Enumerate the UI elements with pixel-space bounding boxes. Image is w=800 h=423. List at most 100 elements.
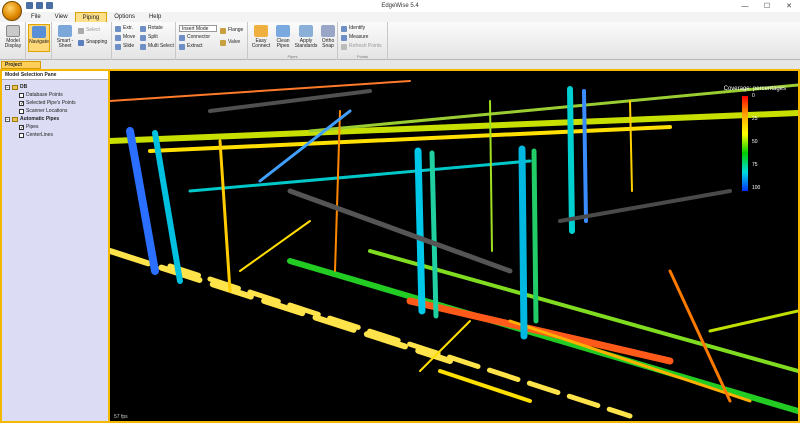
tree-node-db[interactable]: − DB <box>5 84 27 91</box>
pipe-segment <box>582 89 588 223</box>
pipe-segment <box>208 89 372 113</box>
move-button[interactable]: Move <box>115 34 135 41</box>
pipe-scene <box>110 80 798 419</box>
checkbox-centerlines[interactable] <box>19 133 24 138</box>
pipe-segment <box>334 110 341 272</box>
checkbox-database-points[interactable] <box>19 93 24 98</box>
extract-icon <box>179 43 185 50</box>
valve-button[interactable]: Valve <box>220 39 240 46</box>
model-selection-pane: Model Selection Pane − DB Database Point… <box>2 71 108 421</box>
ribbon: Model Display Navigate Smart - Sheet Sel… <box>0 22 800 60</box>
tree-item-scanner-locations[interactable]: Scanner Locations <box>19 108 67 115</box>
extract-button[interactable]: Extract <box>179 43 203 50</box>
tab-project[interactable]: Project <box>1 61 41 69</box>
smart-sheet-button[interactable]: Smart - Sheet <box>54 24 76 52</box>
pipe-segment <box>414 147 426 315</box>
close-button[interactable]: ✕ <box>778 0 800 12</box>
tree-item-centerlines[interactable]: CenterLines <box>19 132 53 139</box>
minimize-button[interactable]: — <box>734 0 756 12</box>
legend-tick-0: 0 <box>752 93 755 99</box>
rotate-button[interactable]: Rotate <box>140 25 163 32</box>
measure-icon <box>341 34 347 41</box>
split-button[interactable]: Split <box>140 34 158 41</box>
pipe-segment <box>218 139 232 293</box>
insert-mode-select[interactable]: Insert Mode <box>179 25 217 32</box>
snapping-button[interactable]: Snapping <box>78 39 107 46</box>
window-controls: — ☐ ✕ <box>734 0 800 12</box>
easy-connect-button[interactable]: Easy Connect <box>250 24 272 52</box>
smart-sheet-icon <box>58 25 72 37</box>
pipe-segment <box>152 130 183 284</box>
pipe-segment <box>708 309 798 333</box>
flange-button[interactable]: Flange <box>220 27 243 34</box>
extr-button[interactable]: Extr. <box>115 25 133 32</box>
pipe-segment <box>188 159 532 193</box>
legend-tick-25: 25 <box>752 116 758 122</box>
navigate-button[interactable]: Navigate <box>28 24 50 52</box>
model-display-icon <box>6 25 20 37</box>
select-icon <box>78 27 84 34</box>
tab-piping[interactable]: Piping <box>74 12 108 22</box>
tree-item-selected-pipes-points[interactable]: ✓ Selected Pipe's Points <box>19 100 76 107</box>
slide-button[interactable]: Slide <box>115 43 134 50</box>
pipe-segment <box>518 145 528 340</box>
measure-button[interactable]: Measure <box>341 34 368 41</box>
tab-options[interactable]: Options <box>107 12 142 22</box>
ribbon-tab-bar: File View Piping Options Help <box>0 12 800 22</box>
folder-icon <box>12 117 18 122</box>
tab-file[interactable]: File <box>24 12 48 22</box>
tree-node-automatic-pipes[interactable]: − Automatic Pipes <box>5 116 59 123</box>
multi-select-button[interactable]: Multi Select <box>140 43 174 50</box>
model-display-button[interactable]: Model Display <box>2 24 24 52</box>
group-selection: Smart - Sheet Select Snapping <box>52 22 112 60</box>
navigate-icon <box>32 26 46 38</box>
window-title: EdgeWise 5.4 <box>381 3 419 9</box>
identify-icon <box>341 25 347 32</box>
tree-item-pipes[interactable]: ✓ Pipes <box>19 124 39 131</box>
legend-title: Coverage: percentages <box>723 86 786 92</box>
pipe-segment <box>567 86 575 234</box>
fps-counter: 57 fps <box>114 414 128 420</box>
refresh-points-icon <box>341 43 347 50</box>
easy-connect-icon <box>254 25 268 37</box>
group-insert: Insert Mode Connector Extract Flange Val… <box>176 22 248 60</box>
pane-title: Model Selection Pane <box>2 71 108 80</box>
refresh-points-button[interactable]: Refresh Points <box>341 43 382 50</box>
title-bar: EdgeWise 5.4 — ☐ ✕ <box>0 0 800 12</box>
document-tab-strip: Project <box>0 60 800 69</box>
extr-icon <box>115 25 121 32</box>
collapse-icon[interactable]: − <box>5 117 10 122</box>
legend-tick-50: 50 <box>752 139 758 145</box>
ortho-snap-button[interactable]: Ortho Snap <box>318 24 338 52</box>
move-icon <box>115 34 121 41</box>
valve-icon <box>220 39 226 46</box>
legend-tick-75: 75 <box>752 162 758 168</box>
apply-standards-button[interactable]: Apply Standards <box>294 24 318 52</box>
slide-icon <box>115 43 121 50</box>
checkbox-scanner-locations[interactable] <box>19 109 24 114</box>
connector-icon <box>179 34 185 41</box>
checkbox-pipes[interactable]: ✓ <box>19 125 24 131</box>
group-edit: Extr. Move Slide Rotate Split Multi Sele… <box>112 22 176 60</box>
ortho-snap-icon <box>321 25 335 37</box>
pipe-segment <box>629 100 633 192</box>
pipe-segment <box>429 150 439 319</box>
3d-viewport[interactable]: Coverage: percentages 0 25 50 75 100 57 … <box>110 71 798 421</box>
legend-tick-100: 100 <box>752 185 761 191</box>
collapse-icon[interactable]: − <box>5 85 10 90</box>
identify-button[interactable]: Identify <box>341 25 365 32</box>
clean-pipes-button[interactable]: Clean Pipes <box>272 24 294 52</box>
application-menu-button[interactable] <box>2 1 22 21</box>
select-button[interactable]: Select <box>78 27 100 34</box>
maximize-button[interactable]: ☐ <box>756 0 778 12</box>
group-pipes: Easy Connect Clean Pipes Apply Standards… <box>248 22 338 60</box>
tree-item-database-points[interactable]: Database Points <box>19 92 63 99</box>
pipe-segment <box>110 248 453 364</box>
flange-icon <box>220 27 226 34</box>
tab-view[interactable]: View <box>48 12 75 22</box>
checkbox-selected-pipes-points[interactable]: ✓ <box>19 101 24 107</box>
apply-standards-icon <box>299 25 313 37</box>
clean-pipes-icon <box>276 25 290 37</box>
tab-help[interactable]: Help <box>142 12 168 22</box>
connector-button[interactable]: Connector <box>179 34 210 41</box>
